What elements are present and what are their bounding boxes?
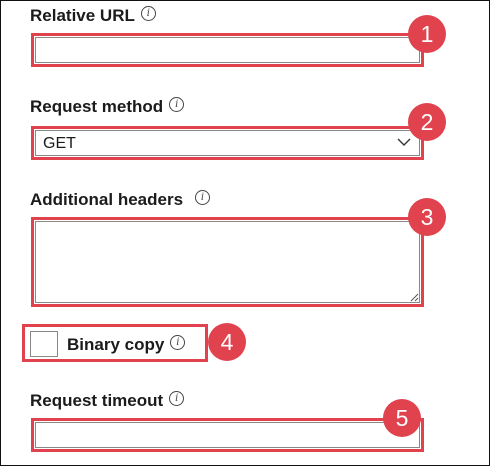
binary-copy-label: Binary copy i	[67, 335, 186, 355]
callout-badge-2: 2	[408, 103, 446, 141]
form-panel: Relative URL i 1 Request method i GET 2 Ad…	[0, 0, 490, 466]
relative-url-input[interactable]	[31, 33, 424, 67]
binary-copy-checkbox[interactable]	[30, 331, 58, 357]
request-method-select-box	[35, 130, 420, 156]
request-method-select[interactable]: GET	[31, 126, 424, 160]
info-icon[interactable]: i	[170, 335, 186, 350]
request-timeout-label: Request timeout i	[30, 391, 185, 411]
callout-badge-1: 1	[408, 15, 446, 53]
info-icon[interactable]: i	[169, 391, 185, 406]
info-icon[interactable]: i	[169, 97, 185, 112]
binary-copy-row[interactable]: Binary copy i	[22, 324, 208, 362]
request-method-value: GET	[43, 135, 76, 152]
callout-badge-4: 4	[208, 323, 246, 361]
info-icon[interactable]: i	[140, 6, 156, 21]
request-method-label: Request method i	[30, 97, 185, 117]
relative-url-label: Relative URL i	[30, 6, 156, 26]
resize-grip-icon[interactable]	[409, 292, 419, 302]
additional-headers-label: Additional headers i	[30, 190, 211, 210]
chevron-down-icon[interactable]	[397, 135, 411, 149]
relative-url-input-box	[35, 37, 420, 63]
callout-badge-5: 5	[383, 399, 421, 437]
info-icon[interactable]: i	[195, 190, 211, 205]
request-timeout-input-box	[35, 422, 420, 448]
callout-badge-3: 3	[408, 198, 446, 236]
additional-headers-textarea[interactable]	[31, 217, 424, 307]
additional-headers-textarea-box	[35, 221, 420, 303]
request-timeout-input[interactable]	[31, 418, 424, 452]
